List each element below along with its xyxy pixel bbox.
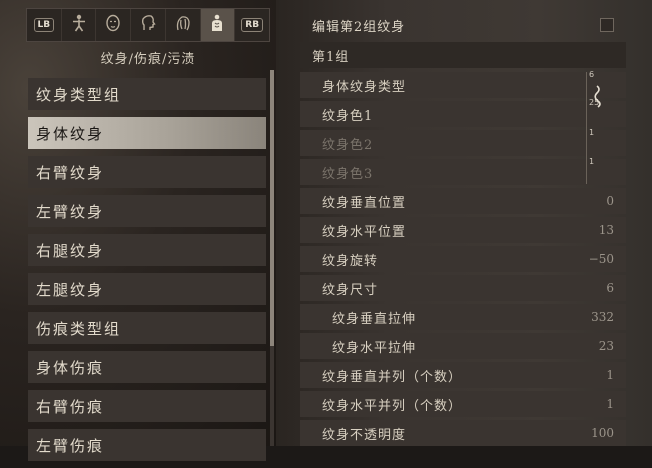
- tab-head[interactable]: [131, 9, 166, 41]
- scroll-thumb[interactable]: [270, 70, 274, 346]
- row-label: 纹身旋转: [322, 253, 379, 269]
- tab-rb[interactable]: RB: [235, 9, 269, 41]
- list-item-body-scar[interactable]: 身体伤痕: [28, 351, 266, 383]
- row-tattoo-vertical-position[interactable]: 纹身垂直位置 0: [300, 188, 626, 214]
- row-tattoo-vertical-tiling[interactable]: 纹身垂直并列（个数） 1: [300, 362, 626, 388]
- tab-tattoo[interactable]: [200, 9, 236, 41]
- list-item-left-leg-tattoo[interactable]: 左腿纹身: [28, 273, 266, 305]
- tab-face[interactable]: [96, 9, 132, 41]
- row-tattoo-vertical-stretch[interactable]: 纹身垂直拉伸 332: [300, 304, 626, 330]
- row-label: 纹身垂直位置: [322, 195, 407, 211]
- row-label: 纹身色2: [322, 137, 374, 153]
- color2-number: 1: [589, 157, 595, 166]
- editor-header: 编辑第2组纹身: [300, 12, 626, 38]
- row-label: 纹身水平并列（个数）: [322, 398, 463, 414]
- list-item-right-arm-tattoo[interactable]: 右臂纹身: [28, 156, 266, 188]
- row-label: 纹身色1: [322, 108, 374, 124]
- row-label: 纹身垂直并列（个数）: [322, 369, 463, 385]
- row-value: 100: [591, 426, 614, 440]
- lb-button-label: LB: [33, 18, 55, 32]
- category-list: 纹身类型组 身体纹身 右臂纹身 左臂纹身 右腿纹身 左腿纹身 伤痕类型组 身体伤…: [28, 78, 266, 468]
- row-value: 23: [598, 339, 614, 353]
- row-value: −50: [588, 252, 614, 266]
- tab-body[interactable]: [62, 9, 97, 41]
- tab-hair[interactable]: [166, 9, 201, 41]
- row-tattoo-size[interactable]: 纹身尺寸 6: [300, 275, 626, 301]
- list-item-scar-type-group[interactable]: 伤痕类型组: [28, 312, 266, 344]
- category-panel: LB RB 纹身/伤痕/污渍 纹身类型组 身体纹身 右臂纹身 左臂纹身 右腿纹身…: [26, 8, 270, 461]
- list-item-tattoo-type-group[interactable]: 纹身类型组: [28, 78, 266, 110]
- row-body-tattoo-type[interactable]: 身体纹身类型: [300, 72, 626, 98]
- row-value: 1: [606, 397, 614, 411]
- row-tattoo-horizontal-position[interactable]: 纹身水平位置 13: [300, 217, 626, 243]
- row-value: 6: [606, 281, 614, 295]
- row-tattoo-horizontal-stretch[interactable]: 纹身水平拉伸 23: [300, 333, 626, 359]
- row-label: 身体纹身类型: [322, 79, 407, 95]
- panel-title: 纹身/伤痕/污渍: [100, 52, 196, 67]
- row-label: 纹身水平拉伸: [332, 340, 417, 356]
- row-tattoo-rotation[interactable]: 纹身旋转 −50: [300, 246, 626, 272]
- head-profile-icon: [138, 13, 158, 37]
- edit-group2-checkbox[interactable]: [600, 18, 614, 32]
- list-item-body-tattoo[interactable]: 身体纹身: [28, 117, 266, 149]
- row-tattoo-color-3[interactable]: 纹身色3: [300, 159, 626, 185]
- row-tattoo-opacity[interactable]: 纹身不透明度 100: [300, 420, 626, 446]
- list-item-right-leg-tattoo[interactable]: 右腿纹身: [28, 234, 266, 266]
- tab-bar: LB RB: [26, 8, 270, 42]
- color1-number: 1: [589, 128, 595, 137]
- row-value: 1: [606, 368, 614, 382]
- row-value: 0: [606, 194, 614, 208]
- group-label: 第1组: [312, 49, 350, 65]
- group-label-row: 第1组: [300, 42, 626, 68]
- row-label: 纹身色3: [322, 166, 374, 182]
- category-scrollbar[interactable]: [270, 70, 274, 446]
- face-icon: [103, 13, 123, 37]
- color-swatch-divider: [586, 72, 587, 184]
- body-figure-icon: [69, 13, 89, 37]
- row-tattoo-color-1[interactable]: 纹身色1: [300, 101, 626, 127]
- list-item-right-arm-scar[interactable]: 右臂伤痕: [28, 390, 266, 422]
- row-label: 纹身不透明度: [322, 427, 407, 443]
- row-value: 13: [598, 223, 614, 237]
- torso-tattoo-icon: [207, 13, 227, 37]
- row-label: 纹身水平位置: [322, 224, 407, 240]
- list-item-left-arm-tattoo[interactable]: 左臂纹身: [28, 195, 266, 227]
- row-tattoo-color-2[interactable]: 纹身色2: [300, 130, 626, 156]
- list-item-left-arm-scar[interactable]: 左臂伤痕: [28, 429, 266, 461]
- rb-button-label: RB: [241, 18, 264, 32]
- row-value: 332: [591, 310, 614, 324]
- row-tattoo-horizontal-tiling[interactable]: 纹身水平并列（个数） 1: [300, 391, 626, 417]
- type-number-top: 6: [589, 70, 595, 79]
- hair-icon: [173, 13, 193, 37]
- tab-lb[interactable]: LB: [27, 9, 62, 41]
- row-label: 纹身垂直拉伸: [332, 311, 417, 327]
- editor-header-title: 编辑第2组纹身: [312, 19, 406, 35]
- tattoo-preview-icon: [590, 84, 606, 110]
- row-label: 纹身尺寸: [322, 282, 379, 298]
